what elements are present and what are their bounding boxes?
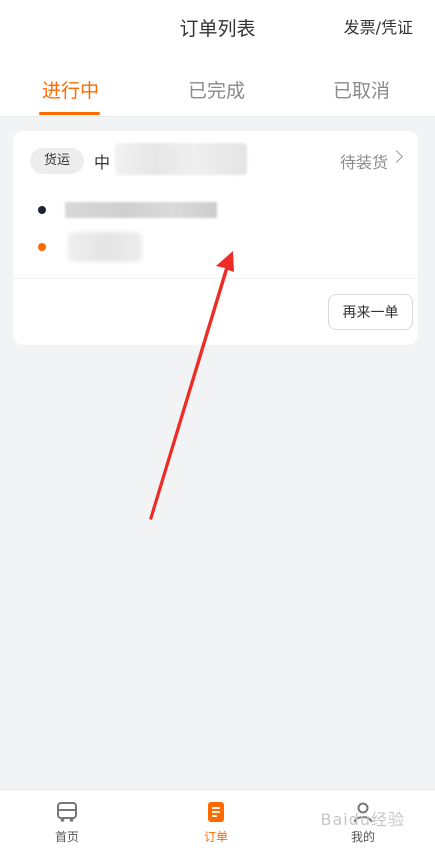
order-doc-icon — [208, 802, 224, 822]
nav-profile-label: 我的 — [350, 830, 375, 844]
truck-icon — [57, 802, 77, 822]
nav-home-label: 首页 — [54, 830, 79, 844]
nav-orders[interactable]: 订单 — [176, 790, 256, 851]
nav-home[interactable]: 首页 — [27, 790, 107, 851]
annotation-arrow — [149, 251, 234, 520]
nav-orders-label: 订单 — [203, 830, 228, 844]
baidu-watermark: Baidu经验 — [320, 810, 405, 829]
